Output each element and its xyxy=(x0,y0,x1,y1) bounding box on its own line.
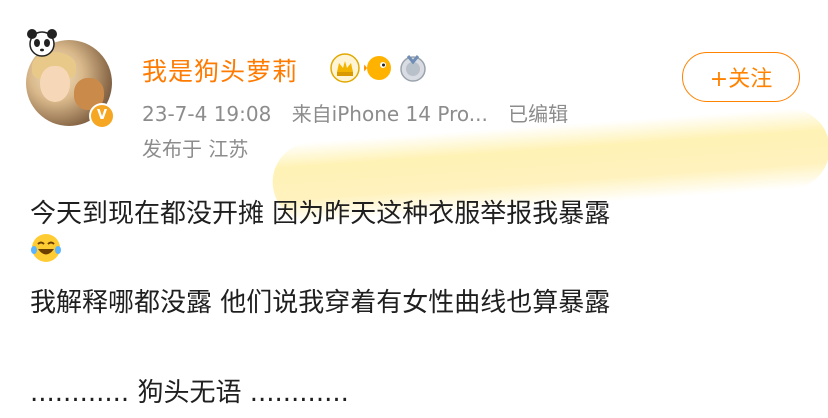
post-timestamp: 23-7-4 19:08 xyxy=(142,102,272,126)
verified-badge-icon: V xyxy=(89,103,115,129)
post-meta: 23-7-4 19:08 来自iPhone 14 Pro... 已编辑 xyxy=(142,98,582,127)
vip-crown-badge-icon xyxy=(330,53,360,83)
pufferfish-badge-icon xyxy=(364,56,391,80)
post-text-line: 我解释哪都没露 他们说我穿着有女性曲线也算暴露 xyxy=(30,288,611,318)
medal-badge-icon xyxy=(400,55,426,82)
follow-button[interactable]: +关注 xyxy=(682,52,800,102)
post-source: 来自iPhone 14 Pro... xyxy=(291,102,488,126)
user-badges xyxy=(330,52,428,84)
username[interactable]: 我是狗头萝莉 xyxy=(142,52,298,88)
edited-label[interactable]: 已编辑 xyxy=(508,102,568,126)
laughing-tears-emoji-icon xyxy=(31,234,61,262)
panda-icon xyxy=(27,29,57,57)
post-location: 发布于 江苏 xyxy=(142,137,249,161)
post-text-line: ............ 狗头无语 ............ xyxy=(30,378,349,408)
post-text-line: 今天到现在都没开摊 因为昨天这种衣服举报我暴露 xyxy=(30,199,611,229)
